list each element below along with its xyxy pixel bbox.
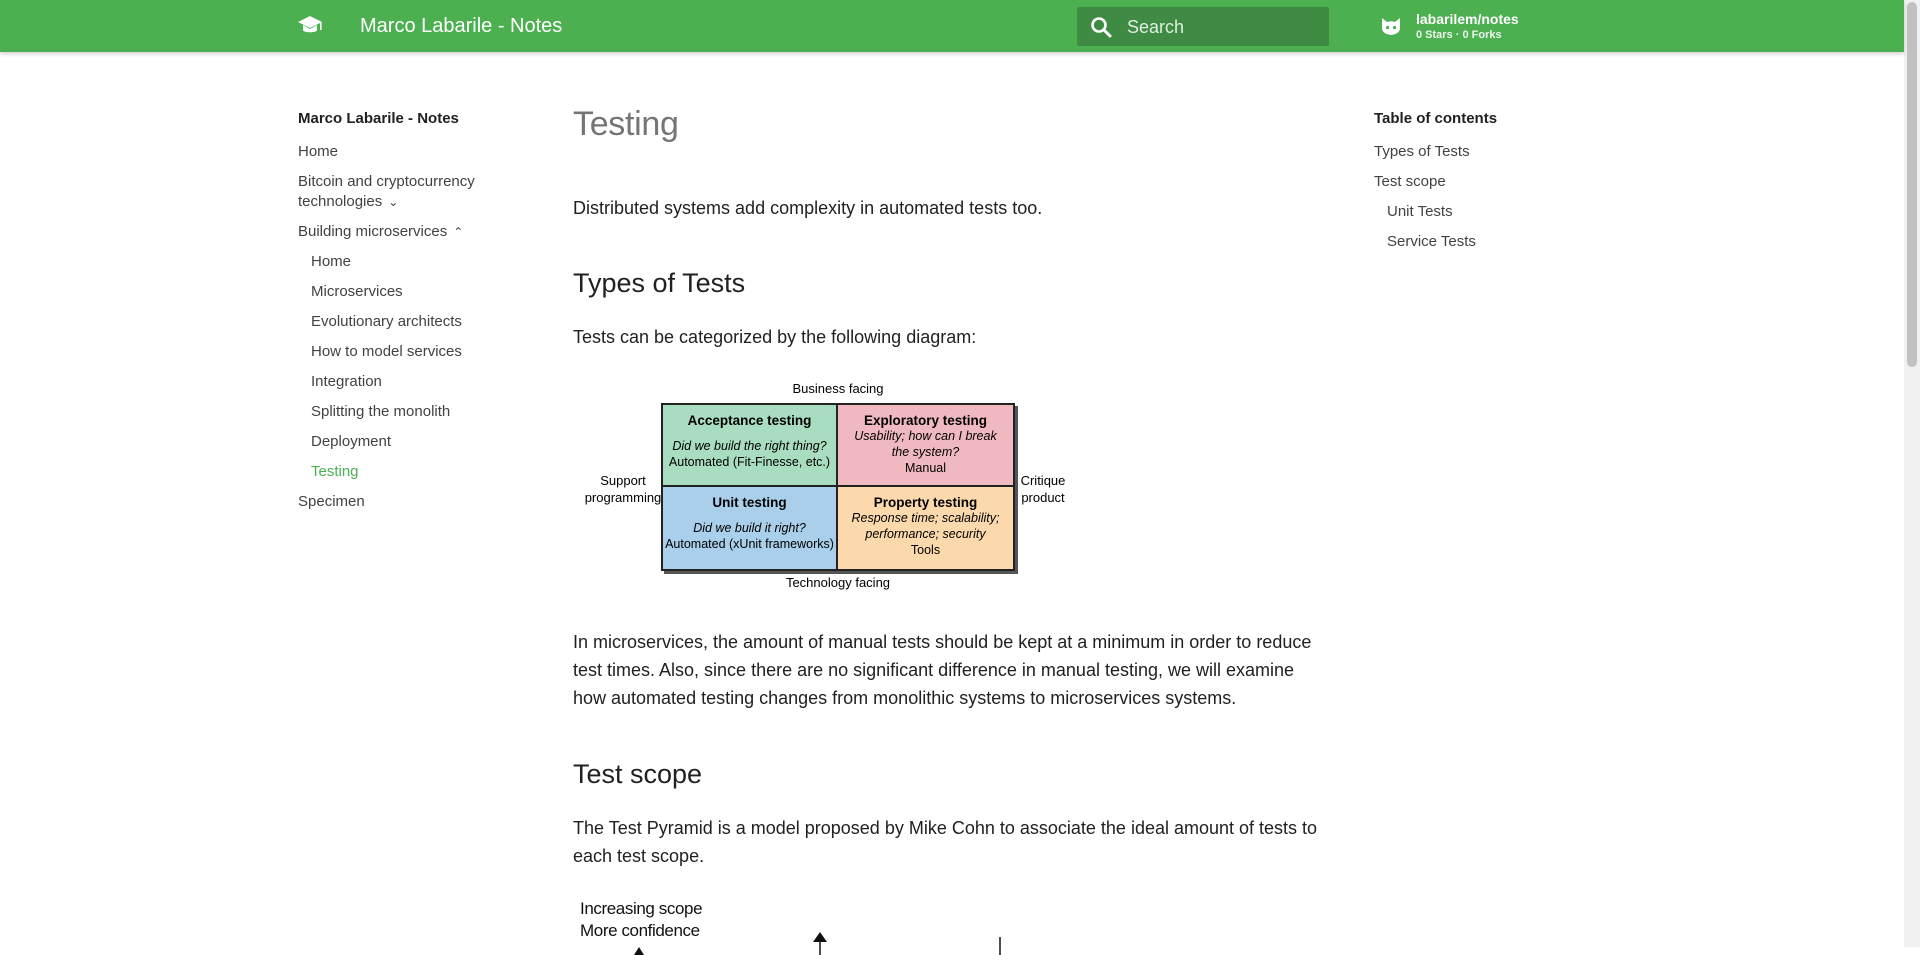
repo-name[interactable]: labarilem/notes <box>1416 11 1519 27</box>
nav-item-building-microservices[interactable]: Building microservices ⌃ <box>298 218 528 248</box>
quadrant-method: Automated (xUnit frameworks) <box>665 537 834 551</box>
quadrant-subtitle: Response time; scalability; performance;… <box>851 511 1000 541</box>
nav-subitem-deployment[interactable]: Deployment <box>311 428 528 458</box>
toc-item-test-scope[interactable]: Test scope <box>1374 168 1574 198</box>
chevron-down-icon[interactable]: ⌄ <box>388 192 398 212</box>
nav-subitem-model-services[interactable]: How to model services <box>311 338 528 368</box>
nav-subitem-home[interactable]: Home <box>311 248 528 278</box>
diagram-label-right: Critique product <box>1020 473 1066 505</box>
pyramid-arrows <box>634 932 1001 955</box>
repo-link[interactable]: labarilem/notes 0 Stars · 0 Forks <box>1374 8 1574 46</box>
nav-subitem-testing[interactable]: Testing <box>311 458 528 488</box>
quadrant-exploratory: Exploratory testing Usability; how can I… <box>838 405 1013 487</box>
quadrant-subtitle: Usability; how can I break the system? <box>854 429 997 459</box>
diagram-label-top: Business facing <box>792 381 884 396</box>
page-scrollbar[interactable] <box>1904 0 1920 947</box>
test-pyramid-diagram: Increasing scope More confidence <box>573 895 1073 955</box>
quadrant-unit: Unit testing Did we build it right? Auto… <box>663 487 838 569</box>
nav-item-bitcoin[interactable]: Bitcoin and cryptocurrency technologies ⌄ <box>298 168 528 218</box>
quadrant-title: Acceptance testing <box>687 413 812 428</box>
toc-title: Table of contents <box>1374 110 1498 127</box>
quadrant-subtitle: Did we build it right? <box>693 521 806 535</box>
nav-title: Marco Labarile - Notes <box>298 110 459 127</box>
toc-item-types-of-tests[interactable]: Types of Tests <box>1374 138 1574 168</box>
search-icon[interactable] <box>1089 15 1113 39</box>
quadrant-grid: Acceptance testing Did we build the righ… <box>661 403 1015 571</box>
github-icon <box>1378 14 1404 40</box>
toc-item-label: Test scope <box>1374 173 1446 190</box>
quadrant-subtitle: Did we build the right thing? <box>672 439 827 453</box>
diagram-label-bottom: Technology facing <box>785 575 891 590</box>
table-of-contents: Table of contents Types of Tests Test sc… <box>1374 108 1574 258</box>
nav-subitem-microservices[interactable]: Microservices <box>311 278 528 308</box>
nav-item-label: Building microservices <box>298 223 448 240</box>
search-box[interactable] <box>1077 7 1329 48</box>
nav-item-label: Specimen <box>298 493 365 510</box>
nav-item-label: Integration <box>311 373 382 390</box>
nav-item-label: Bitcoin and cryptocurrency technologies <box>298 173 475 210</box>
types-paragraph: Tests can be categorized by the followin… <box>573 327 977 347</box>
nav-item-label: Deployment <box>311 433 392 450</box>
nav-subitem-evolutionary-architects[interactable]: Evolutionary architects <box>311 308 528 338</box>
nav-item-label: Evolutionary architects <box>311 313 462 330</box>
nav-subsection: Home Microservices Evolutionary architec… <box>298 248 528 488</box>
quadrant-property: Property testing Response time; scalabil… <box>838 487 1013 569</box>
nav-item-label: How to model services <box>311 343 462 360</box>
repo-stats: 0 Stars · 0 Forks <box>1416 29 1502 41</box>
quadrant-method: Automated (Fit-Finesse, etc.) <box>668 455 831 469</box>
site-title[interactable]: Marco Labarile - Notes <box>360 13 562 39</box>
quadrant-title: Property testing <box>873 495 978 510</box>
nav-item-label: Testing <box>311 463 359 480</box>
heading-test-scope: Test scope <box>573 759 703 789</box>
test-scope-paragraph: The Test Pyramid is a model proposed by … <box>573 818 1318 866</box>
test-quadrant-diagram: Business facing Technology facing Suppor… <box>573 377 1073 607</box>
toc-item-unit-tests[interactable]: Unit Tests <box>1374 198 1574 228</box>
toc-item-label: Service Tests <box>1387 233 1476 250</box>
chevron-up-icon[interactable]: ⌃ <box>453 222 463 242</box>
quadrant-acceptance: Acceptance testing Did we build the righ… <box>663 405 838 487</box>
top-header: Marco Labarile - Notes labarilem/notes 0… <box>0 0 1904 52</box>
search-input[interactable] <box>1125 7 1319 48</box>
quadrant-title: Unit testing <box>712 495 787 510</box>
toc-item-label: Types of Tests <box>1374 143 1470 160</box>
quadrant-method: Manual <box>905 461 946 475</box>
nav-item-label: Home <box>298 143 339 160</box>
toc-item-service-tests[interactable]: Service Tests <box>1374 228 1574 258</box>
manual-tests-paragraph: In microservices, the amount of manual t… <box>573 632 1312 708</box>
heading-types-of-tests: Types of Tests <box>573 268 746 298</box>
nav-item-label: Splitting the monolith <box>311 403 451 420</box>
nav-item-specimen[interactable]: Specimen <box>298 488 528 518</box>
intro-paragraph: Distributed systems add complexity in au… <box>573 198 1043 218</box>
nav-item-label: Home <box>311 253 352 270</box>
nav-item-label: Microservices <box>311 283 403 300</box>
scrollbar-thumb[interactable] <box>1907 2 1917 367</box>
quadrant-title: Exploratory testing <box>863 413 988 428</box>
toc-item-label: Unit Tests <box>1387 203 1453 220</box>
graduation-cap-icon[interactable] <box>296 13 324 39</box>
nav-item-home[interactable]: Home <box>298 138 528 168</box>
page-title: Testing <box>573 105 679 143</box>
diagram-label-left: Support programming <box>584 473 662 505</box>
quadrant-method: Tools <box>910 543 941 557</box>
nav-subitem-splitting-monolith[interactable]: Splitting the monolith <box>311 398 528 428</box>
sidebar-nav: Marco Labarile - Notes Home Bitcoin and … <box>298 108 528 518</box>
nav-subitem-integration[interactable]: Integration <box>311 368 528 398</box>
